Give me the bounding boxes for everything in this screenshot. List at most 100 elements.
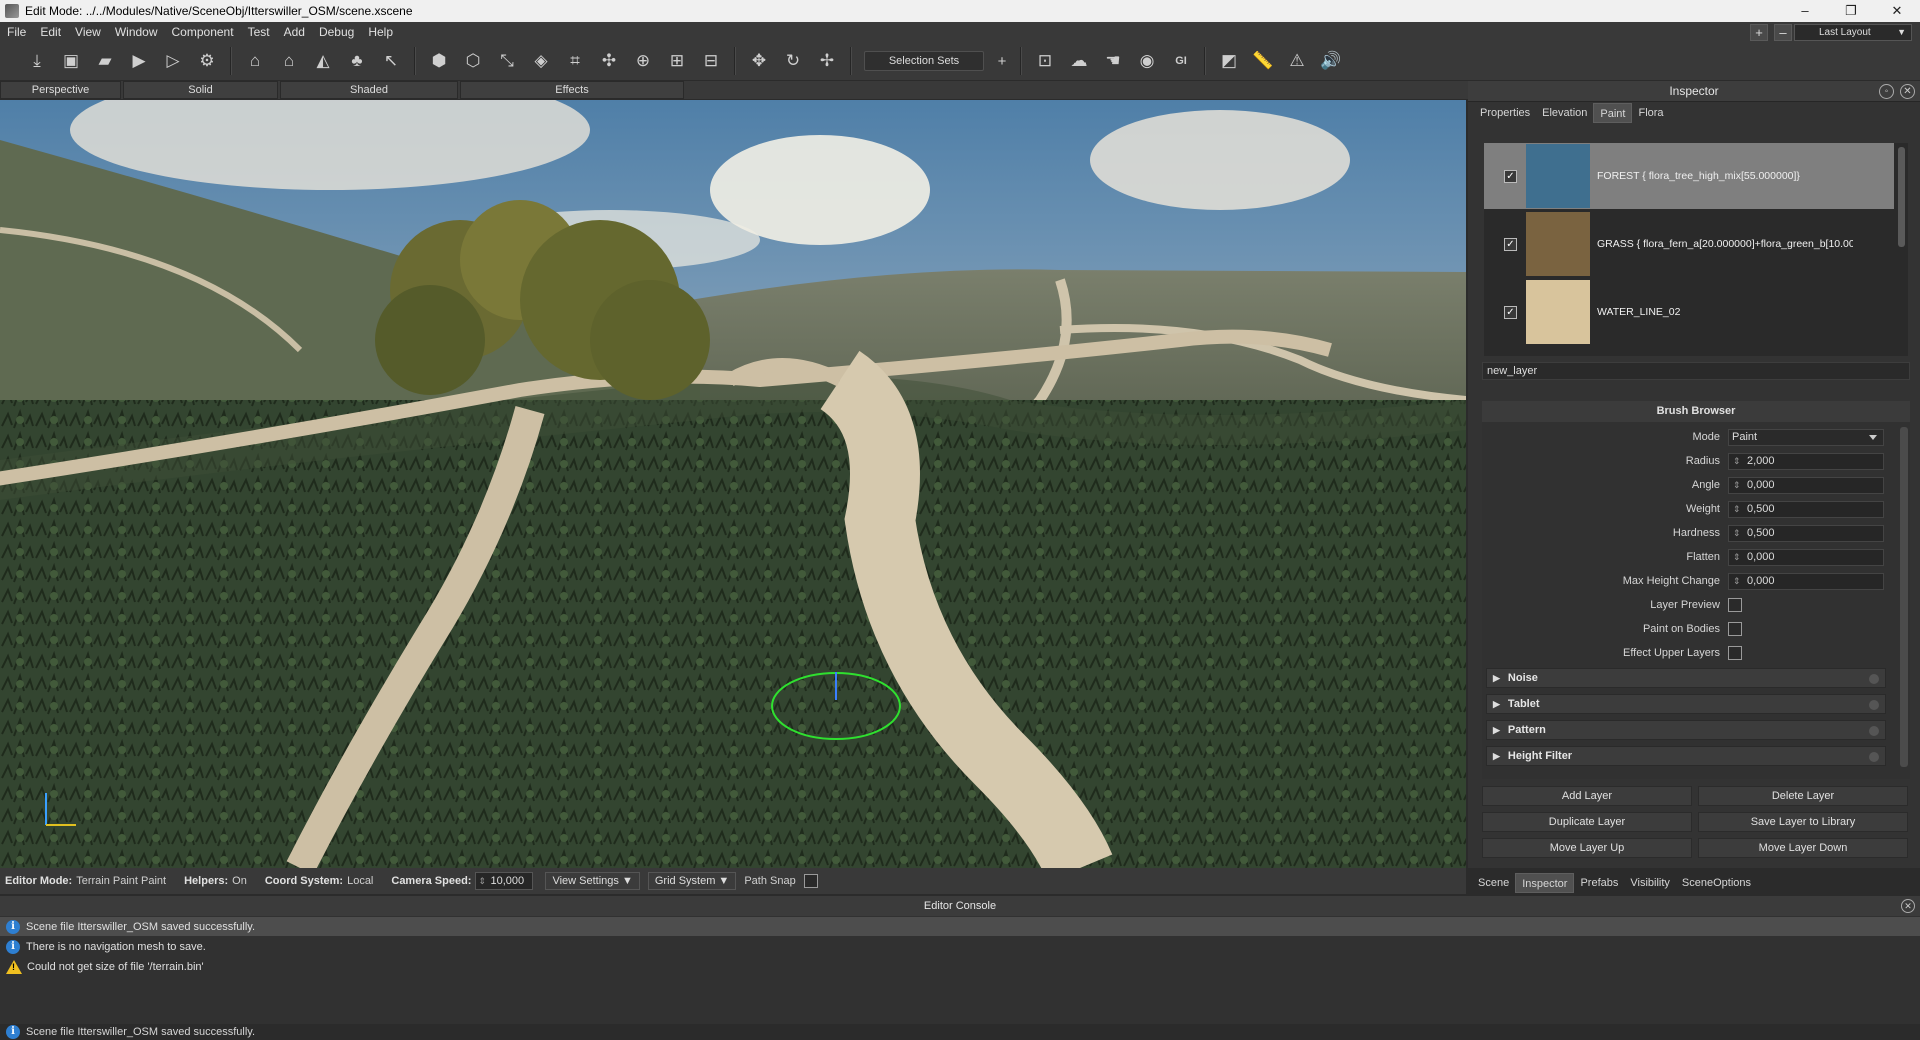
- section-toggle-icon[interactable]: [1869, 726, 1879, 736]
- move-icon[interactable]: ✥: [746, 48, 772, 74]
- terrain-icon[interactable]: ⌂: [242, 48, 268, 74]
- cloud-icon[interactable]: ☁: [1066, 48, 1092, 74]
- paint-on-bodies-checkbox[interactable]: [1728, 622, 1742, 636]
- layer-checkbox[interactable]: ✓: [1504, 305, 1517, 319]
- menu-edit[interactable]: Edit: [33, 22, 68, 42]
- browser-icon[interactable]: ⊡: [1032, 48, 1058, 74]
- rotate-icon[interactable]: ↻: [780, 48, 806, 74]
- puzzle-icon[interactable]: ✣: [596, 48, 622, 74]
- sound-icon[interactable]: 🔊: [1318, 48, 1344, 74]
- tab-scene-options[interactable]: SceneOptions: [1676, 873, 1757, 893]
- menu-help[interactable]: Help: [361, 22, 400, 42]
- group-icon[interactable]: ⊟: [698, 48, 724, 74]
- tab-flora[interactable]: Flora: [1632, 103, 1669, 123]
- grid-system-dropdown[interactable]: Grid System ▼: [647, 872, 737, 890]
- flora-icon[interactable]: ♣: [344, 48, 370, 74]
- tab-effects[interactable]: Effects: [460, 81, 684, 99]
- coord-system-value[interactable]: Local: [347, 875, 373, 887]
- save-layer-to-library-button[interactable]: Save Layer to Library: [1698, 812, 1908, 832]
- flatten-input[interactable]: 0,000: [1728, 548, 1884, 566]
- scene-viewport[interactable]: [0, 100, 1466, 868]
- minimize-button[interactable]: –: [1782, 0, 1828, 22]
- play-icon[interactable]: ▶: [126, 48, 152, 74]
- section-toggle-icon[interactable]: [1869, 700, 1879, 710]
- console-message[interactable]: i Scene file Itterswiller_OSM saved succ…: [0, 917, 1920, 936]
- move-layer-down-button[interactable]: Move Layer Down: [1698, 838, 1908, 858]
- camera-speed-input[interactable]: 10,000: [475, 872, 534, 890]
- new-layer-name-input[interactable]: new_layer: [1482, 362, 1910, 380]
- transform-icon[interactable]: ✢: [814, 48, 840, 74]
- open-icon[interactable]: ▰: [92, 48, 118, 74]
- layer-item-forest[interactable]: ✓ FOREST { flora_tree_high_mix[55.000000…: [1484, 143, 1894, 209]
- weight-input[interactable]: 0,500: [1728, 500, 1884, 518]
- pointer-icon[interactable]: ☚: [1100, 48, 1126, 74]
- section-pattern[interactable]: ▶ Pattern: [1486, 720, 1886, 740]
- move-layer-up-button[interactable]: Move Layer Up: [1482, 838, 1692, 858]
- structure-icon[interactable]: ⌗: [562, 48, 588, 74]
- path-snap-checkbox[interactable]: [803, 874, 818, 888]
- close-button[interactable]: ✕: [1874, 0, 1920, 22]
- helpers-value[interactable]: On: [232, 875, 247, 887]
- tab-shaded[interactable]: Shaded: [280, 81, 458, 99]
- tab-elevation[interactable]: Elevation: [1536, 103, 1593, 123]
- duplicate-layer-button[interactable]: Duplicate Layer: [1482, 812, 1692, 832]
- effect-upper-layers-checkbox[interactable]: [1728, 646, 1742, 660]
- console-message[interactable]: ! Could not get size of file '/terrain.b…: [0, 957, 1920, 976]
- section-height-filter[interactable]: ▶ Height Filter: [1486, 746, 1886, 766]
- alert-icon[interactable]: ⚠: [1284, 48, 1310, 74]
- section-noise[interactable]: ▶ Noise: [1486, 668, 1886, 688]
- console-message[interactable]: i There is no navigation mesh to save.: [0, 937, 1920, 956]
- hardness-input[interactable]: 0,500: [1728, 524, 1884, 542]
- terrain-paint-icon[interactable]: ◭: [310, 48, 336, 74]
- mode-select[interactable]: Paint: [1728, 428, 1884, 446]
- layer-checkbox[interactable]: ✓: [1504, 169, 1517, 183]
- link-icon[interactable]: ⊞: [664, 48, 690, 74]
- ruler-icon[interactable]: 📏: [1250, 48, 1276, 74]
- layer-checkbox[interactable]: ✓: [1504, 237, 1517, 251]
- max-height-input[interactable]: 0,000: [1728, 572, 1884, 590]
- restore-button[interactable]: ❐: [1828, 0, 1874, 22]
- section-toggle-icon[interactable]: [1869, 752, 1879, 762]
- cube-add-icon[interactable]: ⬡: [460, 48, 486, 74]
- menu-file[interactable]: File: [0, 22, 33, 42]
- radius-input[interactable]: 2,000: [1728, 452, 1884, 470]
- terrain-edit-icon[interactable]: ⌂: [276, 48, 302, 74]
- save-all-icon[interactable]: ⤓: [24, 48, 50, 74]
- build-icon[interactable]: ⚙: [194, 48, 220, 74]
- remove-layout-button[interactable]: –: [1774, 24, 1792, 41]
- tab-paint[interactable]: Paint: [1593, 103, 1633, 123]
- add-layout-button[interactable]: +: [1750, 24, 1768, 41]
- save-icon[interactable]: ▣: [58, 48, 84, 74]
- section-tablet[interactable]: ▶ Tablet: [1486, 694, 1886, 714]
- tab-visibility[interactable]: Visibility: [1624, 873, 1676, 893]
- add-selection-set-button[interactable]: +: [994, 48, 1010, 74]
- selection-sets-dropdown[interactable]: Selection Sets: [864, 51, 984, 71]
- tab-perspective[interactable]: Perspective: [0, 81, 121, 99]
- tab-properties[interactable]: Properties: [1474, 103, 1536, 123]
- delete-layer-button[interactable]: Delete Layer: [1698, 786, 1908, 806]
- layer-item-water-line[interactable]: ✓ WATER_LINE_02: [1484, 279, 1894, 345]
- cursor-icon[interactable]: ↖: [378, 48, 404, 74]
- gi-icon[interactable]: GI: [1168, 48, 1194, 74]
- menu-component[interactable]: Component: [165, 22, 241, 42]
- cube-icon[interactable]: ⬢: [426, 48, 452, 74]
- cube-cut-icon[interactable]: ◈: [528, 48, 554, 74]
- scale-icon[interactable]: ⤡: [494, 48, 520, 74]
- console-close-icon[interactable]: ✕: [1901, 899, 1915, 913]
- menu-test[interactable]: Test: [241, 22, 277, 42]
- play-outline-icon[interactable]: ▷: [160, 48, 186, 74]
- inspector-options-icon[interactable]: ◦: [1879, 84, 1894, 99]
- node-icon[interactable]: ⊕: [630, 48, 656, 74]
- menu-debug[interactable]: Debug: [312, 22, 361, 42]
- inspector-close-icon[interactable]: ✕: [1900, 84, 1915, 99]
- layout-select[interactable]: Last Layout ▼: [1794, 24, 1912, 41]
- layer-item-grass[interactable]: ✓ GRASS { flora_fern_a[20.000000]+flora_…: [1484, 211, 1894, 277]
- brush-browser-scrollbar[interactable]: [1900, 427, 1908, 767]
- tab-prefabs[interactable]: Prefabs: [1574, 873, 1624, 893]
- sphere-icon[interactable]: ◉: [1134, 48, 1160, 74]
- add-layer-button[interactable]: Add Layer: [1482, 786, 1692, 806]
- layer-list-scrollbar[interactable]: [1898, 147, 1905, 247]
- tab-inspector[interactable]: Inspector: [1515, 873, 1575, 893]
- menu-add[interactable]: Add: [277, 22, 312, 42]
- tab-solid[interactable]: Solid: [123, 81, 278, 99]
